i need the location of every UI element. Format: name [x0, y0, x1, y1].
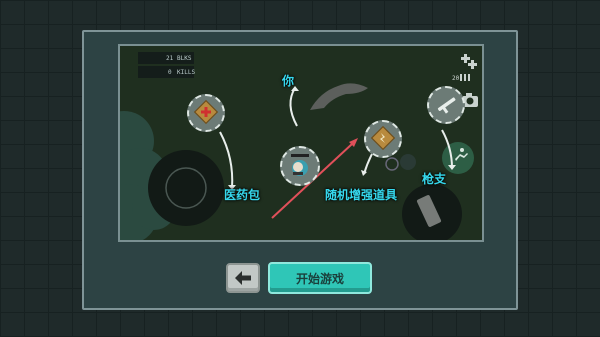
start-game-button[interactable]: 开始游戏 [268, 262, 372, 294]
medkit-circle [187, 94, 225, 132]
ammo-count: 20 [452, 75, 460, 82]
powerup-circle [364, 120, 402, 158]
label-gun: 枪支 [422, 172, 447, 186]
joystick-icon [148, 150, 224, 226]
back-button[interactable] [226, 263, 260, 293]
score-label: KILLS [177, 69, 196, 76]
kills-count: 21 [166, 55, 174, 62]
kills-label: BLKS [177, 55, 192, 62]
arrow-left-icon [235, 271, 251, 285]
gun-circle [427, 86, 465, 124]
powerup-icon [370, 125, 396, 151]
label-you: 你 [282, 74, 295, 88]
player-icon [291, 154, 309, 176]
label-medkit: 医药包 [224, 188, 261, 202]
fire-button-icon [402, 184, 462, 240]
game-preview: 20 21 BLKS 0 KILLS 你 医药包 随机增强道具 枪支 [118, 44, 484, 242]
gun-icon [437, 97, 456, 114]
label-random-powerup: 随机增强道具 [325, 188, 398, 202]
start-game-label: 开始游戏 [295, 271, 344, 286]
score-count: 0 [168, 69, 172, 76]
player-circle [280, 146, 320, 186]
medkit-icon [193, 99, 219, 125]
